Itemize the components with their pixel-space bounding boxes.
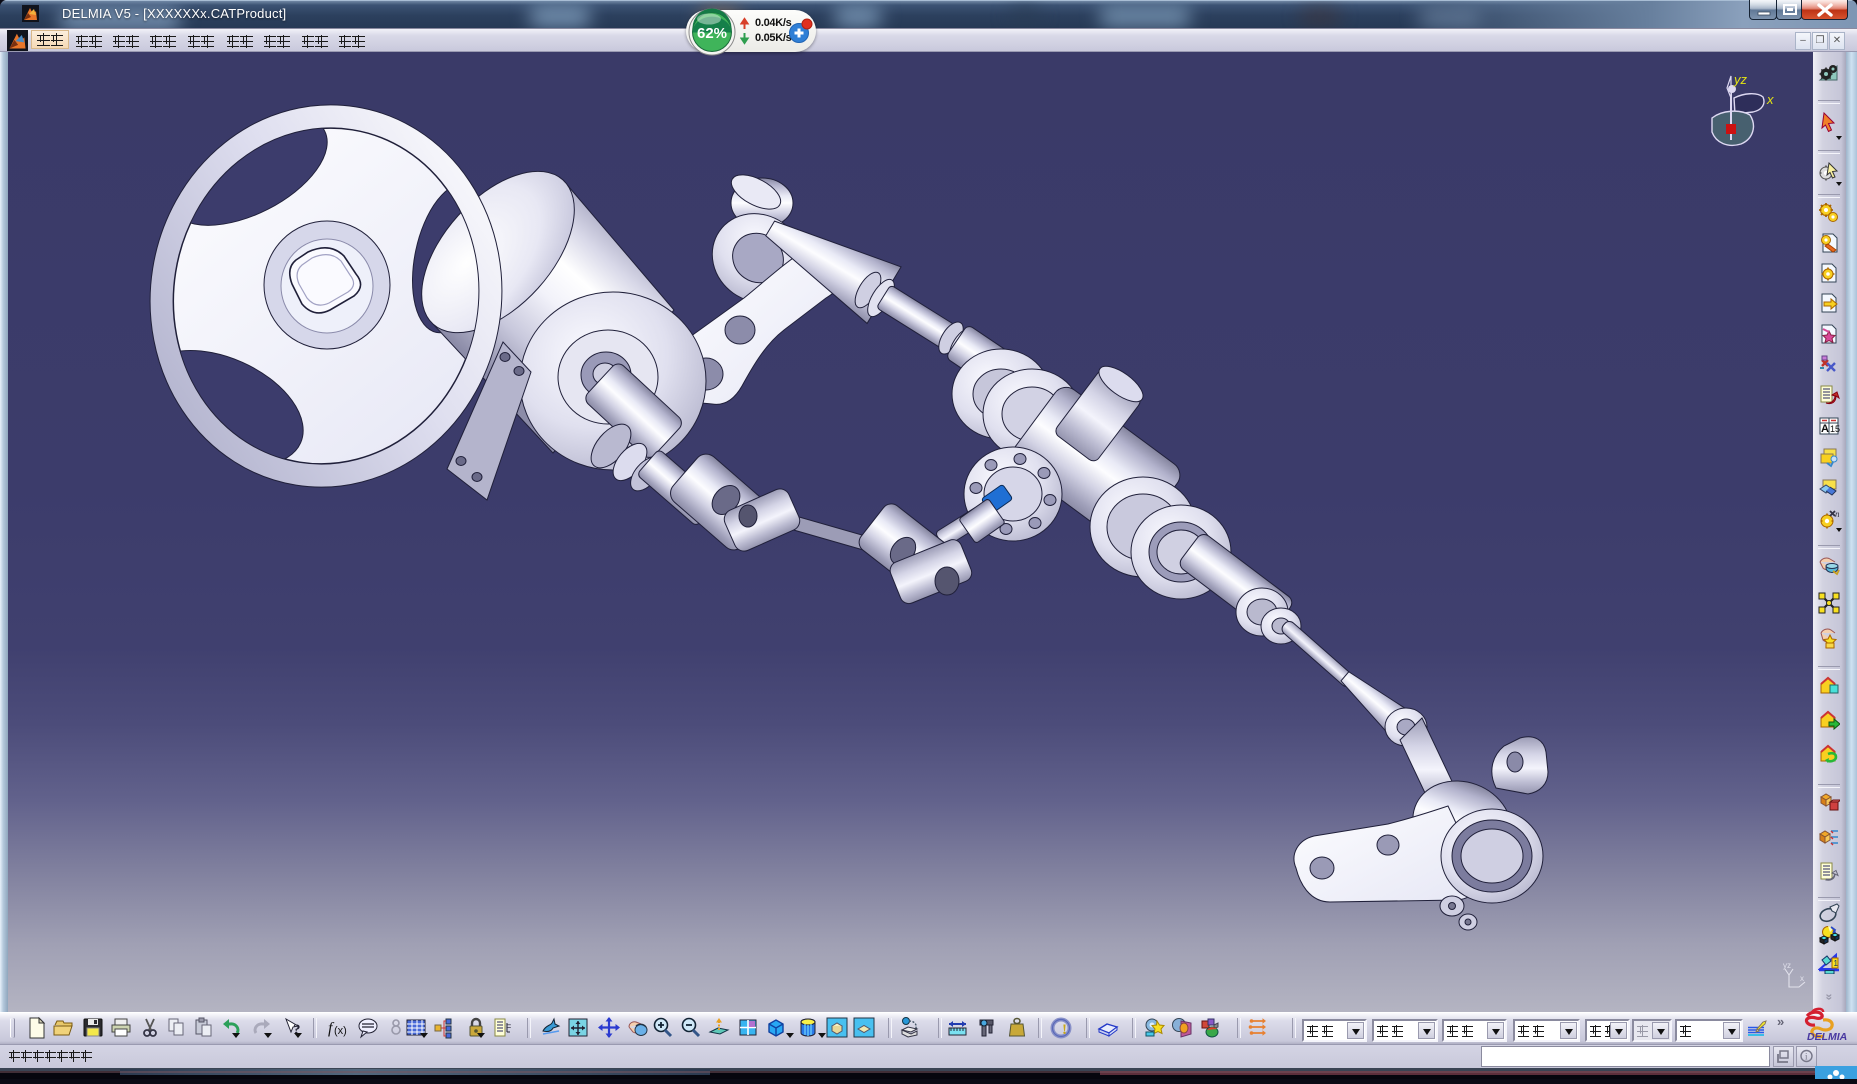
svg-text:yz: yz (1783, 961, 1791, 970)
svg-text:!: ! (1062, 1022, 1067, 1038)
svg-text:1: 1 (1834, 959, 1839, 968)
svg-text:i: i (1805, 1052, 1808, 1062)
svg-text:x: x (1800, 974, 1804, 983)
svg-text:yz: yz (1733, 72, 1748, 87)
svg-text:DELMIA: DELMIA (1807, 1031, 1847, 1042)
svg-text:15: 15 (1830, 424, 1840, 434)
svg-text:x: x (1766, 92, 1774, 107)
svg-text:=: = (506, 1021, 511, 1031)
svg-text:(x): (x) (334, 1025, 347, 1037)
svg-text:A: A (1821, 423, 1829, 435)
svg-text:62%: 62% (697, 25, 727, 42)
svg-text:n: n (1835, 509, 1840, 519)
